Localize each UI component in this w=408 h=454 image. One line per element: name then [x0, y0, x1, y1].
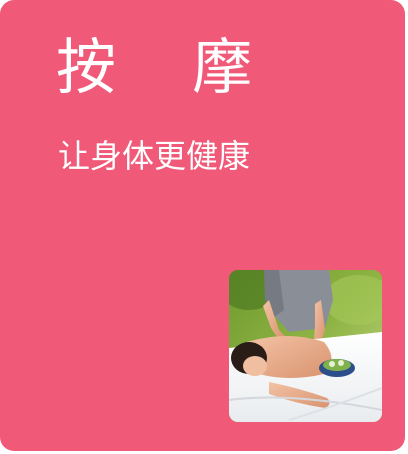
massage-tile[interactable]: 按 摩 让身体更健康 [0, 0, 405, 451]
massage-photo [229, 270, 382, 422]
tile-subtitle: 让身体更健康 [58, 137, 251, 175]
massage-photo-illustration [229, 270, 382, 422]
tile-title: 按 摩 [56, 33, 253, 103]
